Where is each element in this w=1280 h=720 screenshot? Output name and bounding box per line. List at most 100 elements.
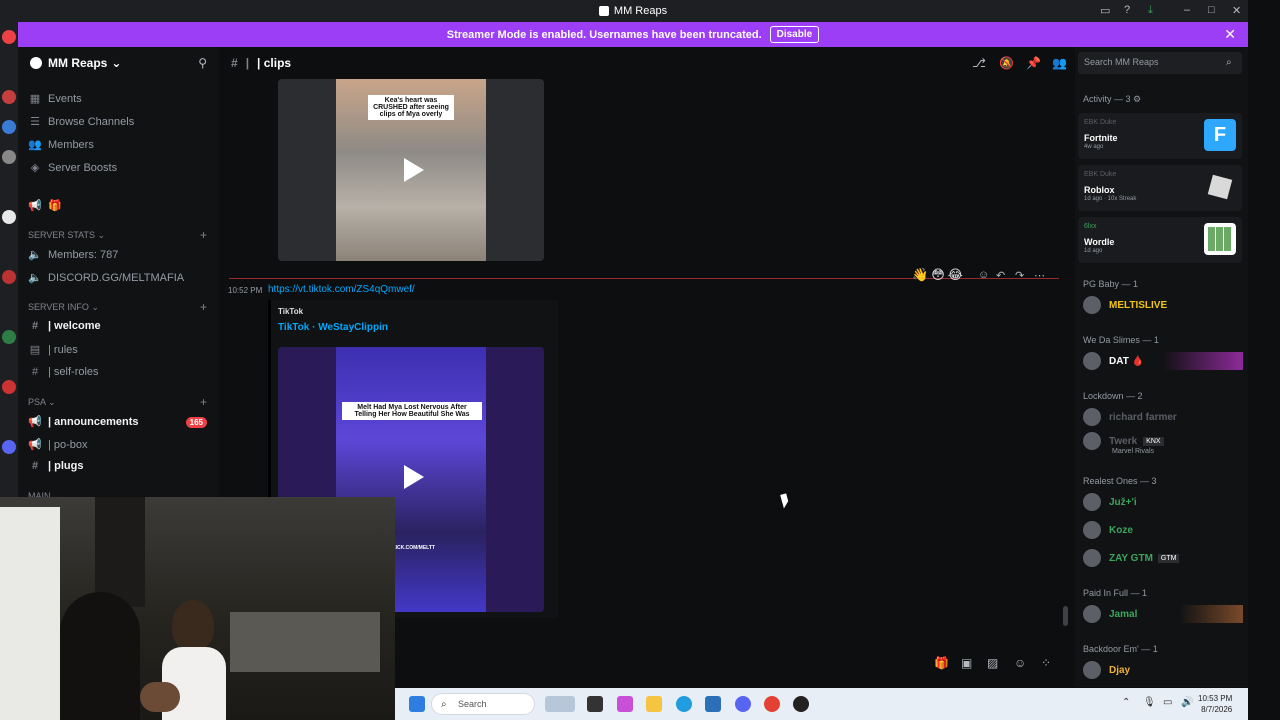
search-icon: ⌕: [441, 699, 447, 710]
unread-badge: 165: [185, 417, 207, 428]
copilot-icon[interactable]: [617, 696, 633, 712]
forward-icon[interactable]: ↷: [1015, 269, 1024, 282]
channel-rules[interactable]: ▤ | rules: [28, 343, 78, 357]
speaker-icon: 🔈: [28, 249, 42, 261]
gift-icon: 🎁: [48, 200, 62, 212]
server-icon[interactable]: [2, 380, 16, 394]
channel-plugs[interactable]: # | plugs: [28, 460, 84, 472]
widget-icon[interactable]: [545, 696, 575, 712]
stat-members[interactable]: 🔈 Members: 787: [28, 248, 118, 262]
guild-header[interactable]: MM Reaps ⌄ ⚲: [18, 47, 219, 79]
network-icon[interactable]: ▭: [1163, 697, 1172, 708]
settings-icon[interactable]: ⚙: [1133, 94, 1141, 104]
member-row[interactable]: ZAY GTM GTM: [1083, 549, 1180, 567]
sidebar-item-server-boosts[interactable]: ◈ Server Boosts: [28, 161, 117, 175]
add-channel-icon[interactable]: +: [200, 395, 207, 409]
close-icon[interactable]: ✕: [1224, 26, 1236, 43]
disable-button[interactable]: Disable: [769, 26, 820, 43]
chevron-up-icon[interactable]: ⌃: [1122, 697, 1130, 708]
activity-card[interactable]: EBK Duke Fortnite 4w ago F: [1078, 113, 1242, 159]
play-icon[interactable]: [389, 148, 433, 192]
member-row[interactable]: Djay: [1083, 661, 1130, 679]
discord-taskbar-icon[interactable]: [735, 696, 751, 712]
notifications-muted-icon[interactable]: 🔕: [999, 56, 1014, 70]
hash-icon: #: [31, 460, 39, 472]
file-explorer-icon[interactable]: [646, 696, 662, 712]
wave-emoji-button[interactable]: 👋: [912, 267, 928, 283]
member-row[interactable]: richard farmer: [1083, 408, 1177, 426]
chrome-icon[interactable]: [764, 696, 780, 712]
sidebar-item-emoji-channel[interactable]: 📢 🎁: [28, 199, 62, 212]
stat-invite[interactable]: 🔈 DISCORD.GG/MELTMAFIA: [28, 271, 184, 285]
boost-icon: ◈: [30, 162, 40, 174]
avatar: [1083, 521, 1101, 539]
more-icon[interactable]: ⋯: [1034, 269, 1045, 282]
category-psa[interactable]: PSA ⌄: [28, 397, 56, 408]
video-embed[interactable]: Kea's heart was CRUSHED after seeing cli…: [278, 79, 544, 261]
add-channel-icon[interactable]: +: [200, 300, 207, 314]
member-row[interactable]: Juž+'i: [1083, 493, 1137, 511]
microphone-icon[interactable]: 🎙: [1143, 697, 1156, 708]
channel-po-box[interactable]: 📢 | po-box: [28, 438, 87, 452]
member-row[interactable]: MELTISLIVE: [1083, 296, 1167, 314]
sidebar-item-events[interactable]: ▦ Events: [28, 92, 82, 106]
channel-self-roles[interactable]: # | self-roles: [28, 366, 99, 378]
threads-icon[interactable]: ⎇: [972, 56, 986, 70]
channel-announcements[interactable]: 📢 | announcements: [28, 415, 208, 429]
maximize-icon[interactable]: □: [1208, 4, 1215, 16]
channel-welcome[interactable]: # | welcome: [28, 320, 101, 332]
play-icon[interactable]: [389, 455, 433, 499]
help-icon[interactable]: ?: [1124, 4, 1130, 16]
emoji-icon[interactable]: ☺: [1014, 656, 1026, 670]
guild-icon: [30, 57, 42, 69]
download-icon[interactable]: ⤓: [1148, 4, 1153, 17]
minimize-icon[interactable]: –: [1184, 4, 1190, 16]
volume-icon[interactable]: 🔊: [1181, 697, 1193, 708]
apps-icon[interactable]: ⁘: [1041, 656, 1051, 670]
embed-title[interactable]: TikTok · WeStayClippin: [278, 322, 388, 333]
server-icon[interactable]: [2, 150, 16, 164]
scrollbar[interactable]: [1063, 606, 1068, 626]
member-row[interactable]: Jamal: [1083, 605, 1243, 623]
server-icon[interactable]: [2, 30, 16, 44]
obs-icon[interactable]: [793, 696, 809, 712]
server-icon[interactable]: [2, 120, 16, 134]
pin-icon[interactable]: 📌: [1026, 56, 1041, 70]
sidebar-item-browse-channels[interactable]: ☰ Browse Channels: [28, 115, 134, 129]
close-window-icon[interactable]: ✕: [1232, 4, 1241, 17]
server-icon[interactable]: [2, 440, 16, 454]
server-icon[interactable]: [2, 270, 16, 284]
windows-start-icon[interactable]: [409, 696, 425, 712]
guild-name: MM Reaps: [48, 56, 108, 70]
member-row[interactable]: DAT 🩸: [1083, 352, 1243, 370]
activity-card[interactable]: 6lxx Wordle 1d ago: [1078, 217, 1242, 263]
add-member-icon[interactable]: ⚲: [198, 56, 207, 70]
reply-icon[interactable]: ↶: [996, 269, 1005, 282]
sticker-icon[interactable]: ▨: [987, 656, 998, 670]
member-row[interactable]: Koze: [1083, 521, 1133, 539]
activity-card[interactable]: EBK Duke Roblox 1d ago · 10x Streak: [1078, 165, 1242, 211]
megaphone-icon: 📢: [28, 416, 42, 428]
inbox-icon[interactable]: ▭: [1100, 4, 1110, 17]
server-icon[interactable]: [2, 90, 16, 104]
store-icon[interactable]: [705, 696, 721, 712]
joy-emoji-button[interactable]: 😂: [948, 267, 963, 283]
clock[interactable]: 10:53 PM 8/7/2026: [1198, 693, 1232, 715]
hash-icon: #: [31, 320, 39, 332]
gift-icon[interactable]: 🎁: [934, 656, 949, 670]
flushed-emoji-button[interactable]: 😳: [931, 267, 945, 283]
category-server-stats[interactable]: SERVER STATS ⌄: [28, 230, 105, 241]
task-view-icon[interactable]: [587, 696, 603, 712]
search-input[interactable]: Search MM Reaps: [1078, 52, 1242, 74]
role-group-header: PG Baby — 1: [1083, 279, 1139, 289]
message-link[interactable]: https://vt.tiktok.com/ZS4qQmwef/: [268, 284, 415, 295]
server-icon[interactable]: [2, 330, 16, 344]
server-icon[interactable]: [2, 210, 16, 224]
add-channel-icon[interactable]: +: [200, 228, 207, 242]
gif-icon[interactable]: ▣: [961, 656, 972, 670]
add-reaction-icon[interactable]: ☺: [978, 269, 989, 281]
category-server-info[interactable]: SERVER INFO ⌄: [28, 302, 99, 313]
member-list-icon[interactable]: 👥: [1052, 56, 1067, 70]
sidebar-item-members[interactable]: 👥 Members: [28, 138, 94, 152]
edge-icon[interactable]: [676, 696, 692, 712]
